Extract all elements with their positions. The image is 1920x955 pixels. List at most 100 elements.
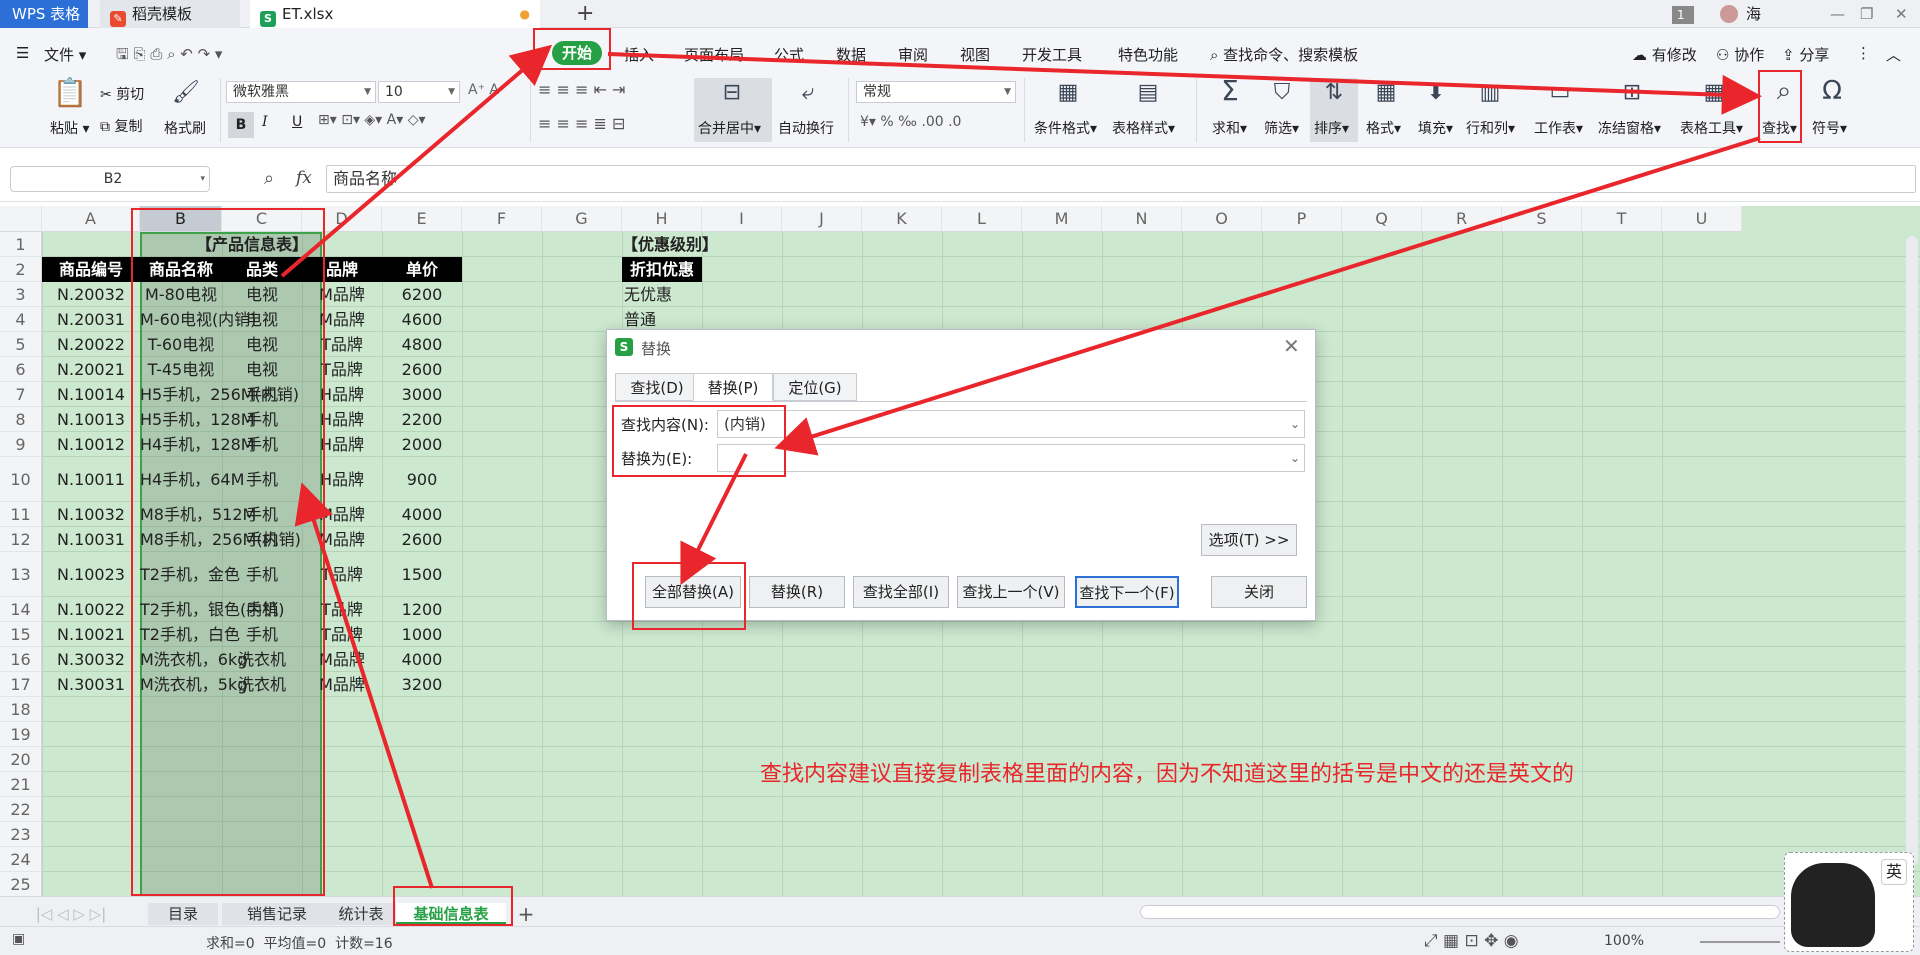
table-cell[interactable]: 手机 — [222, 502, 302, 527]
table-cell[interactable]: 洗衣机 — [222, 672, 302, 697]
bold-icon[interactable]: B — [228, 112, 254, 138]
number-format-icons[interactable]: ¥▾ % ‰ .00 .0 — [860, 114, 961, 130]
format-icon[interactable]: ▦ — [1370, 80, 1402, 106]
table-tools-button[interactable]: 表格工具▾ — [1680, 118, 1743, 138]
row-header-11[interactable]: 11 — [0, 502, 42, 527]
menu-developer[interactable]: 开发工具 — [1022, 44, 1082, 65]
column-header-i[interactable]: I — [702, 206, 782, 232]
menu-formula[interactable]: 公式 — [774, 44, 804, 65]
formula-input[interactable]: 商品名称 — [326, 165, 1916, 193]
table-cell[interactable]: H品牌 — [302, 407, 382, 432]
column-header-s[interactable]: S — [1502, 206, 1582, 232]
row-header-22[interactable]: 22 — [0, 797, 42, 822]
font-size-select[interactable]: 10 ▼ — [378, 81, 460, 103]
table-cell[interactable]: N.20031 — [42, 307, 140, 332]
command-search[interactable]: ⌕ 查找命令、搜索模板 — [1210, 44, 1358, 65]
align-top-icons[interactable]: ≡ ≡ ≡ ⇤ ⇥ — [538, 80, 625, 99]
tab-goto[interactable]: 定位(G) — [773, 373, 857, 401]
wrap-text-icon[interactable]: ⤶ — [790, 80, 826, 106]
discount-title[interactable]: 【优惠级别】 — [622, 232, 718, 257]
table-cell[interactable]: 1200 — [382, 597, 462, 622]
column-header-m[interactable]: M — [1022, 206, 1102, 232]
table-cell[interactable]: N.30031 — [42, 672, 140, 697]
table-cell[interactable]: N.10014 — [42, 382, 140, 407]
table-cell[interactable]: T品牌 — [302, 332, 382, 357]
replace-all-button[interactable]: 全部替换(A) — [645, 576, 741, 608]
column-header-b[interactable]: B — [140, 206, 222, 232]
column-header-p[interactable]: P — [1262, 206, 1342, 232]
number-format-select[interactable]: 常规 ▼ — [856, 81, 1016, 103]
table-cell[interactable]: T品牌 — [302, 552, 382, 597]
macro-icon[interactable]: ▣ — [12, 931, 25, 947]
table-cell[interactable]: 4800 — [382, 332, 462, 357]
row-header-15[interactable]: 15 — [0, 622, 42, 647]
minimize-icon[interactable]: — — [1820, 0, 1845, 28]
column-header-l[interactable]: L — [942, 206, 1022, 232]
table-cell[interactable]: M品牌 — [302, 282, 382, 307]
table-cell[interactable]: M品牌 — [302, 307, 382, 332]
cut-button[interactable]: ✂ 剪切 — [100, 84, 144, 104]
row-header-12[interactable]: 12 — [0, 527, 42, 552]
discount-header-cell[interactable]: 折扣优惠 — [622, 257, 702, 282]
table-cell[interactable]: H品牌 — [302, 457, 382, 502]
omega-icon[interactable]: Ω — [1816, 78, 1848, 104]
close-button[interactable]: 关闭 — [1211, 576, 1307, 608]
table-cell[interactable]: M8手机，512M — [140, 502, 256, 527]
align-horizontal-icons[interactable]: ≡ ≡ ≡ ≣ ⊟ — [538, 114, 625, 133]
worksheet-button[interactable]: 工作表▾ — [1534, 118, 1583, 138]
table-cell[interactable]: 手机 — [222, 457, 302, 502]
table-tools-icon[interactable]: ▦ — [1698, 80, 1730, 106]
fx-icon[interactable]: fx — [296, 168, 312, 188]
fill-button[interactable]: 填充▾ — [1418, 118, 1453, 138]
table-cell[interactable]: 电视 — [222, 357, 302, 382]
table-cell[interactable]: M品牌 — [302, 527, 382, 552]
table-cell[interactable]: 手机 — [222, 527, 302, 552]
column-header-h[interactable]: H — [622, 206, 702, 232]
horizontal-scrollbar[interactable] — [1140, 905, 1780, 919]
table-cell[interactable]: 2000 — [382, 432, 462, 457]
table-cell[interactable]: 电视 — [222, 332, 302, 357]
row-header-10[interactable]: 10 — [0, 457, 42, 502]
table-cell[interactable]: H品牌 — [302, 382, 382, 407]
row-header-21[interactable]: 21 — [0, 772, 42, 797]
find-previous-button[interactable]: 查找上一个(V) — [957, 576, 1065, 608]
table-cell[interactable]: 电视 — [222, 307, 302, 332]
table-cell[interactable]: 2200 — [382, 407, 462, 432]
table-cell[interactable]: 3200 — [382, 672, 462, 697]
table-cell[interactable]: T-45电视 — [140, 357, 222, 382]
column-header-o[interactable]: O — [1182, 206, 1262, 232]
table-cell[interactable]: T品牌 — [302, 597, 382, 622]
freeze-button[interactable]: 冻结窗格▾ — [1598, 118, 1661, 138]
table-cell[interactable]: T2手机，银色(内销) — [140, 597, 284, 622]
table-header-cell[interactable]: 品牌 — [302, 257, 382, 282]
table-cell[interactable]: N.10032 — [42, 502, 140, 527]
column-header-k[interactable]: K — [862, 206, 942, 232]
table-cell[interactable]: 1500 — [382, 552, 462, 597]
row-header-20[interactable]: 20 — [0, 747, 42, 772]
table-cell[interactable]: 2600 — [382, 527, 462, 552]
symbol-button[interactable]: 符号▾ — [1812, 118, 1847, 138]
zoom-value[interactable]: 100% — [1604, 933, 1644, 949]
wrap-text-button[interactable]: 自动换行 — [778, 118, 834, 138]
table-cell[interactable]: 900 — [382, 457, 462, 502]
italic-icon[interactable]: I — [262, 114, 268, 130]
column-header-c[interactable]: C — [222, 206, 302, 232]
row-header-7[interactable]: 7 — [0, 382, 42, 407]
table-cell[interactable]: 手机 — [222, 597, 302, 622]
table-cell[interactable]: N.10013 — [42, 407, 140, 432]
table-cell[interactable]: N.10011 — [42, 457, 140, 502]
row-header-6[interactable]: 6 — [0, 357, 42, 382]
underline-icon[interactable]: U — [292, 114, 302, 130]
row-header-9[interactable]: 9 — [0, 432, 42, 457]
table-header-cell[interactable]: 商品编号 — [42, 257, 140, 282]
table-cell[interactable]: N.20022 — [42, 332, 140, 357]
menu-insert[interactable]: 插入 — [624, 44, 654, 65]
table-title[interactable]: 【产品信息表】 — [42, 232, 462, 257]
name-box[interactable]: B2 ▾ — [10, 166, 210, 192]
table-cell[interactable]: M-60电视(内销) — [140, 307, 256, 332]
sheet-tab-base-info[interactable]: 基础信息表 — [396, 903, 506, 925]
table-cell[interactable]: 1000 — [382, 622, 462, 647]
format-painter-button[interactable]: 格式刷 — [164, 118, 206, 138]
freeze-icon[interactable]: ⊞ — [1616, 80, 1648, 106]
table-cell[interactable]: N.20021 — [42, 357, 140, 382]
